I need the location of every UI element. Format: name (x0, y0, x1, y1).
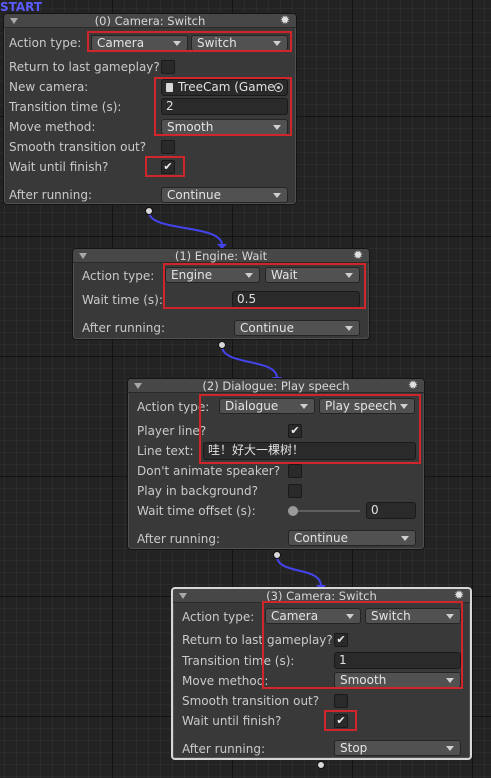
after-running-dropdown[interactable]: Continue (288, 530, 416, 546)
transition-field[interactable]: 2 (161, 98, 288, 115)
action-category-dropdown[interactable]: Dialogue (219, 398, 315, 414)
output-socket-0[interactable] (145, 207, 153, 215)
object-picker-icon[interactable] (274, 83, 283, 92)
fold-arrow-icon[interactable] (179, 593, 187, 599)
smooth-out-checkbox[interactable] (334, 694, 348, 708)
action-type-label: Action type: (9, 36, 82, 50)
node-header[interactable]: (1) Engine: Wait ✹ (73, 248, 369, 263)
node-title: (3) Camera: Switch (266, 589, 377, 603)
action-category-dropdown[interactable]: Camera (91, 35, 188, 51)
move-method-label: Move method: (9, 120, 96, 134)
action-dropdown[interactable]: Switch (365, 608, 461, 624)
action-node-2[interactable]: (2) Dialogue: Play speech ✹ Action type:… (127, 378, 425, 550)
node-title: (2) Dialogue: Play speech (202, 379, 350, 393)
after-running-dropdown[interactable]: Continue (161, 187, 288, 203)
fold-arrow-icon[interactable] (10, 18, 18, 24)
after-running-label: After running: (9, 188, 92, 202)
action-category-dropdown[interactable]: Camera (265, 608, 361, 624)
move-method-label: Move method: (182, 674, 269, 688)
play-bg-label: Play in background? (137, 484, 258, 498)
action-category-dropdown[interactable]: Engine (165, 267, 260, 283)
action-dropdown[interactable]: Play speech (319, 398, 415, 414)
checkmark-icon: ✔ (336, 633, 346, 646)
return-label: Return to last gameplay? (182, 633, 333, 647)
wire-2-to-3 (276, 555, 322, 587)
wire-1-to-2 (221, 345, 278, 379)
after-running-dropdown[interactable]: Continue (234, 320, 360, 336)
action-node-1[interactable]: (1) Engine: Wait ✹ Action type: Engine W… (72, 248, 370, 340)
play-bg-checkbox[interactable] (288, 484, 302, 498)
node-header[interactable]: (3) Camera: Switch ✹ (173, 588, 470, 603)
action-dropdown[interactable]: Wait (265, 267, 360, 283)
dont-animate-checkbox[interactable] (288, 464, 302, 478)
node-header[interactable]: (0) Camera: Switch ✹ (4, 13, 296, 28)
action-type-label: Action type: (182, 610, 255, 624)
output-socket-3[interactable] (317, 761, 325, 769)
wait-offset-field[interactable]: 0 (366, 502, 416, 519)
action-type-label: Action type: (82, 269, 155, 283)
slider-knob[interactable] (288, 506, 298, 516)
fold-arrow-icon[interactable] (134, 383, 142, 389)
transition-field[interactable]: 1 (334, 652, 461, 669)
wait-offset-slider[interactable] (288, 503, 360, 519)
line-text-field[interactable]: 哇！好大一棵树！ (203, 442, 416, 460)
node-title: (0) Camera: Switch (94, 14, 206, 28)
wait-time-label: Wait time (s): (82, 293, 163, 307)
move-method-dropdown[interactable]: Smooth (161, 119, 288, 135)
after-running-label: After running: (82, 321, 165, 335)
output-socket-1[interactable] (218, 341, 226, 349)
action-node-0[interactable]: (0) Camera: Switch ✹ Action type: Camera… (3, 13, 297, 205)
after-running-dropdown[interactable]: Stop (334, 740, 461, 756)
action-node-3[interactable]: (3) Camera: Switch ✹ Action type: Camera… (171, 587, 472, 760)
transition-label: Transition time (s): (182, 654, 295, 668)
smooth-out-label: Smooth transition out? (182, 694, 320, 708)
return-checkbox[interactable] (161, 60, 175, 74)
smooth-out-label: Smooth transition out? (9, 140, 147, 154)
line-text-label: Line text: (137, 444, 194, 458)
node-title: (1) Engine: Wait (174, 249, 268, 263)
player-line-label: Player line? (137, 424, 207, 438)
dont-animate-label: Don't animate speaker? (137, 464, 281, 478)
checkmark-icon: ✔ (290, 424, 300, 437)
wait-finish-checkbox[interactable]: ✔ (161, 160, 175, 174)
new-camera-label: New camera: (9, 80, 89, 94)
gear-icon[interactable]: ✹ (280, 13, 290, 27)
checkmark-icon: ✔ (336, 714, 346, 727)
gear-icon[interactable]: ✹ (408, 378, 418, 392)
checkmark-icon: ✔ (163, 160, 173, 173)
wait-finish-checkbox[interactable]: ✔ (334, 714, 348, 728)
smooth-out-checkbox[interactable] (161, 140, 175, 154)
return-label: Return to last gameplay? (9, 60, 160, 74)
player-line-checkbox[interactable]: ✔ (288, 424, 302, 438)
wait-offset-label: Wait time offset (s): (137, 504, 256, 518)
wait-finish-label: Wait until finish? (182, 714, 282, 728)
new-camera-field[interactable]: TreeCam (Game (161, 79, 288, 96)
transition-label: Transition time (s): (9, 100, 122, 114)
node-header[interactable]: (2) Dialogue: Play speech ✹ (128, 378, 424, 393)
wait-time-field[interactable]: 0.5 (232, 291, 360, 308)
fold-arrow-icon[interactable] (79, 253, 87, 259)
gear-icon[interactable]: ✹ (353, 248, 363, 262)
output-socket-2[interactable] (273, 551, 281, 559)
gear-icon[interactable]: ✹ (454, 588, 464, 602)
action-dropdown[interactable]: Switch (191, 35, 288, 51)
after-running-label: After running: (137, 532, 220, 546)
script-file-icon (166, 83, 173, 92)
new-camera-value: TreeCam (Game (178, 80, 275, 94)
wait-finish-label: Wait until finish? (9, 160, 109, 174)
action-type-label: Action type: (137, 400, 210, 414)
move-method-dropdown[interactable]: Smooth (334, 672, 461, 688)
wire-0-to-1 (148, 211, 223, 246)
slider-track (288, 510, 360, 512)
return-checkbox[interactable]: ✔ (334, 633, 348, 647)
after-running-label: After running: (182, 742, 265, 756)
